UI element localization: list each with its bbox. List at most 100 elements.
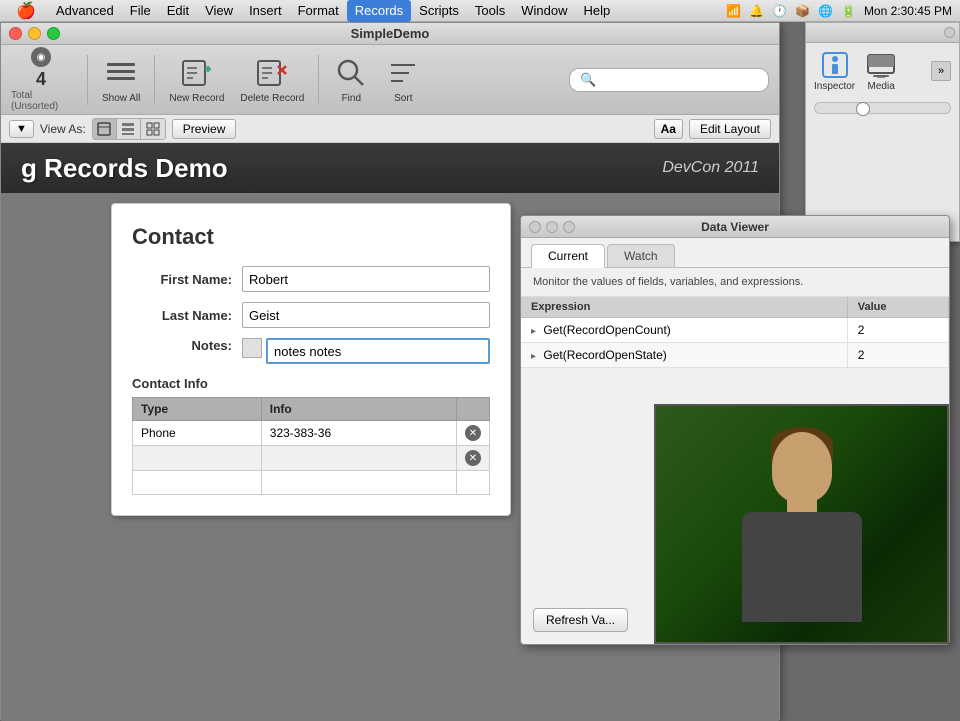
toolbar-divider-3 — [318, 55, 319, 105]
menubar-window[interactable]: Window — [513, 0, 575, 22]
first-name-label: First Name: — [132, 272, 242, 287]
preview-button[interactable]: Preview — [172, 119, 237, 139]
dv-minimize-button[interactable] — [546, 221, 558, 233]
table-row: ✕ — [133, 446, 490, 471]
show-all-icon — [103, 55, 139, 91]
first-name-row: First Name: — [132, 266, 490, 292]
new-record-label: New Record — [169, 93, 224, 104]
inspector-panel: Inspector Media » — [805, 22, 960, 242]
expression-cell-1: ▸ Get(RecordOpenCount) — [521, 318, 847, 343]
toolbar-divider-2 — [154, 55, 155, 105]
new-record-button[interactable]: New Record — [163, 51, 230, 108]
inspector-label: Inspector — [814, 81, 855, 92]
inspector-button[interactable]: Inspector — [814, 49, 855, 92]
menubar-help[interactable]: Help — [576, 0, 619, 22]
edit-layout-button[interactable]: Edit Layout — [689, 119, 771, 139]
record-number: 4 — [36, 69, 46, 90]
menubar-records[interactable]: Records — [347, 0, 411, 22]
record-circle: ◉ — [31, 47, 51, 67]
sort-label: Sort — [394, 93, 412, 104]
media-icon — [865, 49, 897, 81]
last-name-input[interactable] — [242, 302, 490, 328]
media-label: Media — [868, 81, 895, 92]
menubar-file[interactable]: File — [122, 0, 159, 22]
tab-watch[interactable]: Watch — [607, 244, 675, 267]
menubar-scripts[interactable]: Scripts — [411, 0, 467, 22]
show-all-label: Show All — [102, 93, 140, 104]
menubar-tools[interactable]: Tools — [467, 0, 513, 22]
expand-arrow-2[interactable]: ▸ — [531, 351, 536, 362]
menubar-insert[interactable]: Insert — [241, 0, 290, 22]
table-view-button[interactable] — [141, 119, 165, 139]
media-button[interactable]: Media — [865, 49, 897, 92]
menubar-edit[interactable]: Edit — [159, 0, 197, 22]
tab-current[interactable]: Current — [531, 244, 605, 268]
phone-info-cell: 323-383-36 — [261, 421, 456, 446]
data-viewer-table: Expression Value ▸ Get(RecordOpenCount) … — [521, 297, 949, 368]
delete-cell-3 — [457, 471, 490, 495]
notes-icon — [242, 338, 262, 358]
notes-label: Notes: — [132, 338, 242, 353]
empty-info-cell-1 — [261, 446, 456, 471]
data-viewer-title: Data Viewer — [701, 220, 769, 234]
last-name-row: Last Name: — [132, 302, 490, 328]
view-toggle — [92, 118, 166, 140]
notes-input[interactable] — [266, 338, 490, 364]
value-cell-2: 2 — [847, 343, 948, 368]
table-row: ▸ Get(RecordOpenState) 2 — [521, 343, 949, 368]
form-view-button[interactable] — [93, 119, 117, 139]
show-all-button[interactable]: Show All — [96, 51, 146, 108]
delete-record-button[interactable]: Delete Record — [234, 51, 310, 108]
delete-record-label: Delete Record — [240, 93, 304, 104]
maximize-button[interactable] — [47, 27, 60, 40]
viewbar: ▼ View As: — [1, 115, 779, 143]
refresh-button[interactable]: Refresh Va... — [533, 608, 628, 632]
expand-arrow-1[interactable]: ▸ — [531, 326, 536, 337]
delete-row-1-button[interactable]: ✕ — [465, 425, 481, 441]
value-column-header: Value — [847, 297, 948, 318]
data-viewer-panel: Data Viewer Current Watch Monitor the va… — [520, 215, 950, 645]
expression-value-2: Get(RecordOpenState) — [543, 348, 666, 362]
empty-type-cell-2 — [133, 471, 262, 495]
menubar-format[interactable]: Format — [290, 0, 347, 22]
data-viewer-description: Monitor the values of fields, variables,… — [521, 268, 949, 297]
value-cell-1: 2 — [847, 318, 948, 343]
table-row: ▸ Get(RecordOpenCount) 2 — [521, 318, 949, 343]
last-name-label: Last Name: — [132, 308, 242, 323]
expression-value-1: Get(RecordOpenCount) — [543, 323, 670, 337]
apple-menu[interactable]: 🍎 — [8, 0, 44, 22]
inspector-slider-container — [806, 98, 959, 118]
slider-track — [814, 102, 951, 114]
dv-maximize-button[interactable] — [563, 221, 575, 233]
menubar-view[interactable]: View — [197, 0, 241, 22]
menubar-advanced[interactable]: Advanced — [48, 0, 122, 22]
menubar-right: 📶🔔🕐📦🌐🔋 Mon 2:30:45 PM — [726, 4, 952, 18]
inspector-titlebar — [806, 23, 959, 43]
sort-button[interactable]: Sort — [379, 51, 427, 108]
new-record-icon — [179, 55, 215, 91]
slider-thumb[interactable] — [856, 102, 870, 116]
delete-cell-2: ✕ — [457, 446, 490, 471]
contact-info-title: Contact Info — [132, 376, 490, 391]
window-title: SimpleDemo — [351, 26, 430, 41]
search-box[interactable]: 🔍 — [569, 68, 769, 92]
sort-icon — [385, 55, 421, 91]
contact-info-table: Type Info Phone 323-383-36 ✕ — [132, 397, 490, 495]
delete-row-2-button[interactable]: ✕ — [465, 450, 481, 466]
phone-type-cell: Phone — [133, 421, 262, 446]
minimize-button[interactable] — [28, 27, 41, 40]
inspector-close[interactable] — [944, 27, 955, 38]
first-name-input[interactable] — [242, 266, 490, 292]
dv-close-button[interactable] — [529, 221, 541, 233]
clock: Mon 2:30:45 PM — [864, 4, 952, 18]
view-as-label: View As: — [40, 122, 86, 136]
info-column-header: Info — [261, 398, 456, 421]
find-button[interactable]: Find — [327, 51, 375, 108]
inspector-expand-button[interactable]: » — [931, 61, 951, 81]
layout-dropdown[interactable]: ▼ — [9, 120, 34, 138]
table-row — [133, 471, 490, 495]
inspector-icon — [819, 49, 851, 81]
aa-button[interactable]: Aa — [654, 119, 683, 139]
list-view-button[interactable] — [117, 119, 141, 139]
close-button[interactable] — [9, 27, 22, 40]
